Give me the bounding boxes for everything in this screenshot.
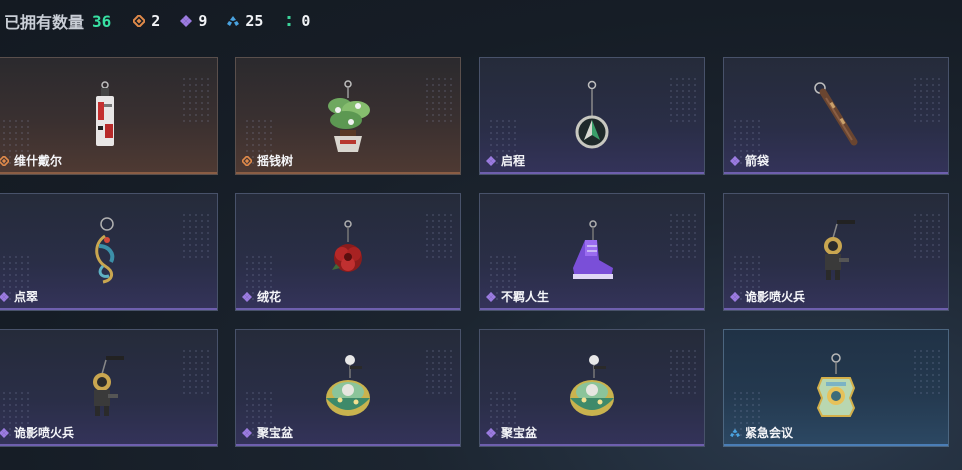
charm-card[interactable]: 维什戴尔 bbox=[0, 57, 218, 175]
charm-card[interactable]: 启程 bbox=[479, 57, 705, 175]
orange-gem-icon bbox=[0, 155, 9, 166]
compass-pendant-charm-icon bbox=[575, 80, 609, 149]
treasure-bowl-charm-icon bbox=[570, 355, 614, 416]
treasure-bowl-charm-icon bbox=[326, 355, 370, 416]
charm-grid: 维什戴尔 摇钱树 启程 箭袋 点翠 绒花 不羁人生 诡影喷火兵 诡影喷火兵 聚宝… bbox=[0, 0, 962, 470]
purple-gem-icon bbox=[730, 155, 740, 166]
badge-charm-icon bbox=[816, 353, 856, 417]
charm-name: 启程 bbox=[486, 152, 525, 169]
money-tree-charm-icon bbox=[328, 80, 370, 152]
hanging-tag-charm-icon bbox=[96, 81, 114, 146]
purple-gem-icon bbox=[730, 291, 740, 302]
charm-card[interactable]: 聚宝盆 bbox=[235, 329, 461, 447]
charm-name: 不羁人生 bbox=[486, 288, 549, 305]
orange-gem-icon bbox=[242, 155, 252, 166]
charm-name: 摇钱树 bbox=[242, 152, 293, 169]
charm-name: 紧急会议 bbox=[730, 424, 793, 441]
charm-name: 绒花 bbox=[242, 288, 281, 305]
purple-gem-icon bbox=[0, 427, 9, 438]
charm-card[interactable]: 诡影喷火兵 bbox=[0, 329, 218, 447]
charm-card[interactable]: 聚宝盆 bbox=[479, 329, 705, 447]
charm-name: 诡影喷火兵 bbox=[730, 288, 805, 305]
purple-gem-icon bbox=[486, 291, 496, 302]
purple-gem-icon bbox=[0, 291, 9, 302]
sneaker-charm-icon bbox=[573, 220, 613, 279]
charm-card[interactable]: 不羁人生 bbox=[479, 193, 705, 311]
charm-name: 箭袋 bbox=[730, 152, 769, 169]
purple-gem-icon bbox=[242, 427, 252, 438]
charm-name: 聚宝盆 bbox=[242, 424, 293, 441]
purple-gem-icon bbox=[242, 291, 252, 302]
charm-name: 聚宝盆 bbox=[486, 424, 537, 441]
charm-name: 诡影喷火兵 bbox=[0, 424, 74, 441]
charm-card[interactable]: 箭袋 bbox=[723, 57, 949, 175]
charm-card[interactable]: 点翠 bbox=[0, 193, 218, 311]
quiver-charm-icon bbox=[814, 82, 858, 146]
charm-card[interactable]: 摇钱树 bbox=[235, 57, 461, 175]
charm-card[interactable]: 诡影喷火兵 bbox=[723, 193, 949, 311]
purple-gem-icon bbox=[486, 155, 496, 166]
blue-gem-icon bbox=[730, 428, 740, 437]
flamethrower-soldier-charm-icon bbox=[93, 356, 124, 416]
purple-gem-icon bbox=[486, 427, 496, 438]
charm-card[interactable]: 绒花 bbox=[235, 193, 461, 311]
phoenix-charm-icon bbox=[95, 217, 115, 284]
charm-name: 维什戴尔 bbox=[0, 152, 62, 169]
charm-name: 点翠 bbox=[0, 288, 38, 305]
charm-card[interactable]: 紧急会议 bbox=[723, 329, 949, 447]
flamethrower-soldier-charm-icon bbox=[824, 220, 855, 280]
red-flower-charm-icon bbox=[332, 220, 362, 272]
